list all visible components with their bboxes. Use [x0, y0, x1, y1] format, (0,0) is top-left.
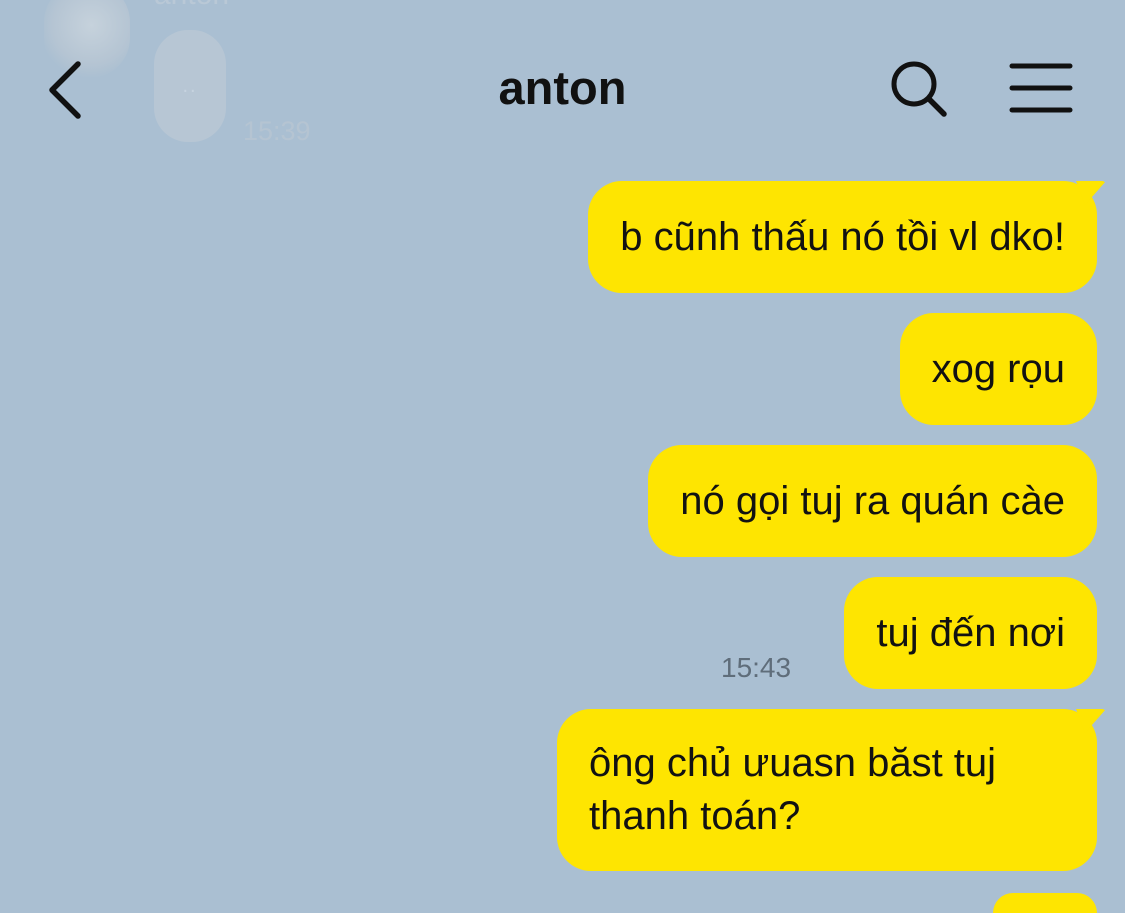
outgoing-message-bubble[interactable]: xog rọu: [899, 313, 1097, 425]
outgoing-message-bubble[interactable]: tuj đến nơi: [844, 577, 1097, 689]
chat-title: anton: [498, 61, 627, 114]
menu-button[interactable]: [1002, 52, 1080, 126]
search-icon: [891, 61, 947, 117]
outgoing-message-bubble[interactable]: ông chủ ưuasn băst tuj thanh toán?: [557, 709, 1097, 871]
outgoing-message-bubble-partial[interactable]: [993, 893, 1097, 913]
outgoing-message-bubble[interactable]: nó gọi tuj ra quán càe: [648, 445, 1097, 557]
outgoing-message-bubble[interactable]: b cũnh thấu nó tồi vl dko!: [588, 181, 1097, 293]
back-button[interactable]: [36, 50, 106, 130]
chevron-left-icon: [49, 61, 81, 119]
search-button[interactable]: [882, 52, 956, 126]
message-timestamp: 15:43: [721, 652, 792, 683]
chat-header: anton: [0, 0, 1125, 175]
hamburger-menu-icon: [1009, 63, 1073, 113]
